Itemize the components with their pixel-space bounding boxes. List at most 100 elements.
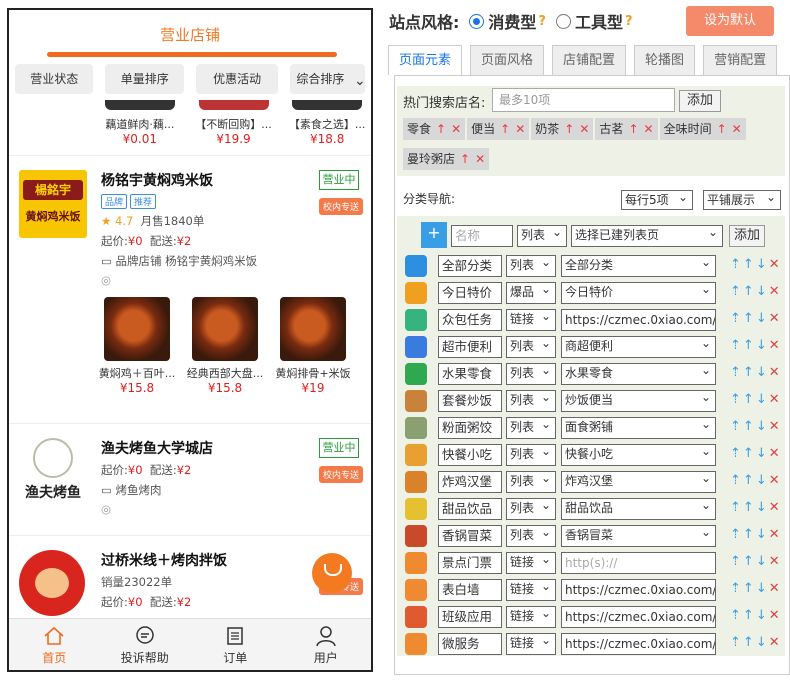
nav-item-icon[interactable]	[405, 336, 427, 358]
new-list-select[interactable]: 选择已建列表页	[571, 223, 723, 247]
move-up-icon[interactable]: ↑	[743, 419, 756, 434]
nav-type-select[interactable]: 列表	[506, 361, 556, 385]
move-top-icon[interactable]: ⇡	[730, 365, 743, 380]
move-top-icon[interactable]: ⇡	[730, 419, 743, 434]
nav-target-select[interactable]: 面食粥铺	[561, 417, 716, 439]
nav-target-select[interactable]: 炸鸡汉堡	[561, 471, 716, 493]
move-top-icon[interactable]: ⇡	[730, 257, 743, 272]
delete-icon[interactable]: ✕	[515, 122, 525, 136]
list-item[interactable]: 黄焖排骨+米饭 ¥19	[271, 297, 355, 395]
nav-name-input[interactable]: 微服务	[438, 633, 502, 655]
per-row-select[interactable]: 每行5项	[621, 188, 693, 210]
nav-name-input[interactable]: 超市便利	[438, 336, 502, 358]
nav-item-icon[interactable]	[405, 282, 427, 304]
tab-marketing[interactable]: 营销配置	[703, 45, 778, 75]
move-up-icon[interactable]: ↑	[628, 122, 638, 136]
nav-type-select[interactable]: 链接	[506, 307, 556, 331]
floating-action-button[interactable]	[312, 553, 352, 593]
move-top-icon[interactable]: ⇡	[730, 581, 743, 596]
nav-link-input[interactable]: https://czmec.0xiao.com/j	[561, 633, 716, 655]
set-default-button[interactable]: 设为默认	[686, 6, 774, 36]
nav-name-input[interactable]: 景点门票	[438, 552, 502, 574]
nav-type-select[interactable]: 链接	[506, 577, 556, 601]
move-down-icon[interactable]: ↓	[756, 527, 769, 542]
delete-icon[interactable]: ✕	[769, 365, 782, 380]
nav-target-select[interactable]: 商超便利	[561, 336, 716, 358]
move-down-icon[interactable]: ↓	[756, 581, 769, 596]
nav-name-input[interactable]: 水果零食	[438, 363, 502, 385]
delete-icon[interactable]: ✕	[769, 446, 782, 461]
list-item[interactable]: 黄焖鸡＋百叶... ¥15.8	[95, 297, 179, 395]
delete-icon[interactable]: ✕	[769, 608, 782, 623]
delete-icon[interactable]: ✕	[769, 257, 782, 272]
delete-icon[interactable]: ✕	[769, 527, 782, 542]
nav-type-select[interactable]: 列表	[506, 523, 556, 547]
nav-target-select[interactable]: 香锅冒菜	[561, 525, 716, 547]
move-down-icon[interactable]: ↓	[756, 338, 769, 353]
move-down-icon[interactable]: ↓	[756, 284, 769, 299]
move-up-icon[interactable]: ↑	[743, 284, 756, 299]
move-up-icon[interactable]: ↑	[743, 608, 756, 623]
nav-name-input[interactable]: 众包任务	[438, 309, 502, 331]
move-down-icon[interactable]: ↓	[756, 635, 769, 650]
move-up-icon[interactable]: ↑	[500, 122, 510, 136]
nav-item-icon[interactable]	[405, 255, 427, 277]
nav-target-select[interactable]: 今日特价	[561, 282, 716, 304]
move-down-icon[interactable]: ↓	[756, 608, 769, 623]
move-top-icon[interactable]: ⇡	[730, 311, 743, 326]
new-type-select[interactable]: 列表	[517, 223, 567, 247]
nav-add-button[interactable]: 添加	[729, 225, 765, 247]
nav-item-icon[interactable]	[405, 633, 427, 655]
move-down-icon[interactable]: ↓	[756, 257, 769, 272]
help-icon[interactable]: ?	[625, 14, 633, 29]
move-up-icon[interactable]: ↑	[743, 500, 756, 515]
move-down-icon[interactable]: ↓	[756, 419, 769, 434]
nav-name-input[interactable]: 快餐小吃	[438, 444, 502, 466]
delete-icon[interactable]: ✕	[769, 554, 782, 569]
list-item[interactable]: 藕道鲜肉·藕... ¥0.01	[96, 100, 184, 155]
move-down-icon[interactable]: ↓	[756, 365, 769, 380]
move-up-icon[interactable]: ↑	[717, 122, 727, 136]
tab-home[interactable]: 首页	[9, 619, 100, 670]
nav-item-icon[interactable]	[405, 390, 427, 412]
filter-orders[interactable]: 单量排序	[105, 64, 184, 94]
tab-orders[interactable]: 订单	[190, 619, 281, 670]
list-item[interactable]: 【素食之选】... ¥18.8	[283, 100, 371, 155]
nav-type-select[interactable]: 列表	[506, 469, 556, 493]
layout-select[interactable]: 平铺展示	[703, 188, 781, 210]
nav-item-icon[interactable]	[405, 606, 427, 628]
delete-icon[interactable]: ✕	[451, 122, 461, 136]
move-up-icon[interactable]: ↑	[460, 152, 470, 166]
tab-shop-config[interactable]: 店铺配置	[552, 45, 627, 75]
nav-name-input[interactable]: 班级应用	[438, 606, 502, 628]
filter-status[interactable]: 营业状态	[15, 64, 94, 94]
move-up-icon[interactable]: ↑	[743, 446, 756, 461]
move-up-icon[interactable]: ↑	[743, 527, 756, 542]
nav-item-icon[interactable]	[405, 417, 427, 439]
nav-target-select[interactable]: 甜品饮品	[561, 498, 716, 520]
delete-icon[interactable]: ✕	[732, 122, 742, 136]
delete-icon[interactable]: ✕	[769, 284, 782, 299]
new-name-input[interactable]: 名称	[451, 225, 513, 247]
move-top-icon[interactable]: ⇡	[730, 635, 743, 650]
nav-link-input[interactable]: https://czmec.0xiao.com/t	[561, 309, 716, 331]
move-up-icon[interactable]: ↑	[743, 392, 756, 407]
move-down-icon[interactable]: ↓	[756, 392, 769, 407]
nav-link-input[interactable]: http(s)://	[561, 552, 716, 574]
delete-icon[interactable]: ✕	[475, 152, 485, 166]
nav-item-icon[interactable]	[405, 471, 427, 493]
nav-type-select[interactable]: 列表	[506, 253, 556, 277]
nav-item-icon[interactable]	[405, 309, 427, 331]
shop-card[interactable]: 楊銘宇 黄焖鸡米饭 杨铭宇黄焖鸡米饭 品牌 推荐 ★ 4.7 月售1840单 起价…	[9, 156, 371, 424]
nav-target-select[interactable]: 炒饭便当	[561, 390, 716, 412]
nav-name-input[interactable]: 粉面粥饺	[438, 417, 502, 439]
nav-item-icon[interactable]	[405, 552, 427, 574]
list-item[interactable]: 【不断回购】... ¥19.9	[190, 100, 278, 155]
move-up-icon[interactable]: ↑	[564, 122, 574, 136]
move-up-icon[interactable]: ↑	[743, 635, 756, 650]
delete-icon[interactable]: ✕	[769, 392, 782, 407]
move-up-icon[interactable]: ↑	[743, 581, 756, 596]
nav-item-icon[interactable]	[405, 498, 427, 520]
nav-type-select[interactable]: 列表	[506, 388, 556, 412]
move-down-icon[interactable]: ↓	[756, 554, 769, 569]
